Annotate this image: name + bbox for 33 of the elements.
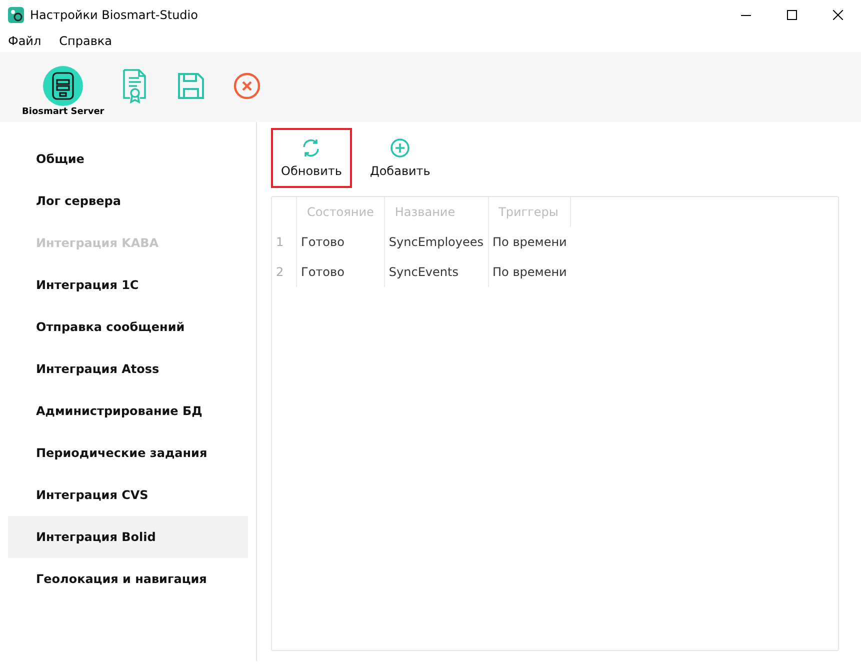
add-icon bbox=[390, 138, 410, 158]
window-title: Настройки Biosmart-Studio bbox=[30, 8, 199, 22]
app-logo-icon bbox=[8, 7, 24, 23]
maximize-icon[interactable] bbox=[787, 10, 797, 20]
sidebar-item[interactable]: Общие bbox=[8, 138, 248, 180]
sidebar-item[interactable]: Интеграция Atoss bbox=[8, 348, 248, 390]
table-cell: Готово bbox=[296, 257, 384, 287]
close-icon[interactable] bbox=[833, 10, 843, 20]
sidebar-item[interactable]: Отправка сообщений bbox=[8, 306, 248, 348]
refresh-icon bbox=[301, 138, 322, 158]
table-cell: По времени bbox=[488, 257, 571, 287]
row-number: 1 bbox=[272, 227, 296, 257]
row-number: 2 bbox=[272, 257, 296, 287]
server-tool-button[interactable]: Biosmart Server bbox=[22, 52, 104, 117]
table-cell: SyncEvents bbox=[384, 257, 488, 287]
table-cell: SyncEmployees bbox=[384, 227, 488, 257]
table-cell: Готово bbox=[296, 227, 384, 257]
server-icon bbox=[50, 71, 76, 101]
sidebar-item[interactable]: Периодические задания bbox=[8, 432, 248, 474]
add-button[interactable]: Добавить bbox=[360, 128, 440, 188]
menu-item[interactable]: Файл bbox=[8, 34, 42, 48]
sidebar-item[interactable]: Интеграция 1C bbox=[8, 264, 248, 306]
sidebar-item[interactable]: Интеграция CVS bbox=[8, 474, 248, 516]
cancel-icon bbox=[233, 72, 262, 100]
refresh-button[interactable]: Обновить bbox=[271, 128, 352, 188]
save-icon bbox=[177, 72, 206, 100]
table-cell: По времени bbox=[488, 227, 571, 257]
sidebar-item[interactable]: Лог сервера bbox=[8, 180, 248, 222]
sidebar-item[interactable]: Администрирование БД bbox=[8, 390, 248, 432]
sidebar-item[interactable]: Интеграция Bolid bbox=[8, 516, 248, 558]
menu-item[interactable]: Справка bbox=[59, 34, 112, 48]
certificate-icon bbox=[122, 68, 148, 104]
sidebar-item[interactable]: Геолокация и навигация bbox=[8, 558, 248, 600]
